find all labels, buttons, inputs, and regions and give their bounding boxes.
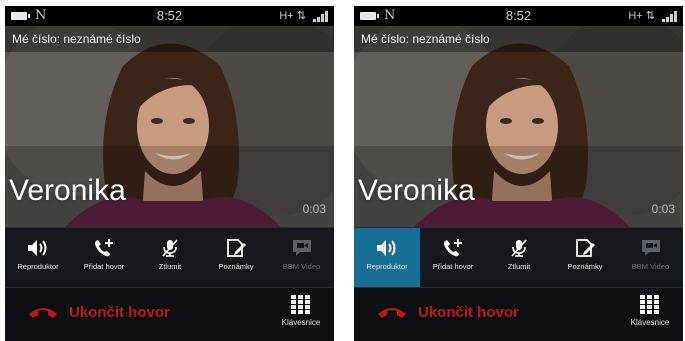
mic-muted-icon bbox=[511, 239, 527, 257]
end-call-button[interactable]: Ukončit hovor bbox=[354, 288, 617, 341]
speaker-icon bbox=[28, 240, 47, 256]
status-bar: N 8:52 H+ ⇅ bbox=[5, 6, 334, 26]
add-call-label: Přidat hovor bbox=[83, 262, 125, 271]
add-call-icon bbox=[444, 239, 462, 257]
speaker-button[interactable]: Reproduktor bbox=[5, 228, 71, 288]
call-screen-left: N 8:52 H+ ⇅ Mé číslo: neznámé číslo Vero… bbox=[5, 6, 334, 341]
bbm-video-button[interactable]: BBM Video bbox=[618, 228, 683, 288]
keypad-label: Klávesnice bbox=[630, 318, 670, 327]
call-timer: 0:03 bbox=[302, 202, 326, 216]
hang-up-icon bbox=[29, 308, 57, 318]
bbm-video-icon bbox=[292, 240, 311, 256]
my-number-label: Mé číslo: neznámé číslo bbox=[354, 26, 683, 52]
bbm-video-label: BBM Video bbox=[631, 262, 670, 271]
speaker-button[interactable]: Reproduktor bbox=[354, 228, 420, 288]
add-call-button[interactable]: Přidat hovor bbox=[420, 228, 486, 288]
caller-area: Mé číslo: neznámé číslo Veronika 0:03 bbox=[5, 26, 334, 227]
status-bar: N 8:52 H+ ⇅ bbox=[354, 6, 683, 26]
notes-label: Poznámky bbox=[567, 262, 603, 271]
hang-up-icon bbox=[378, 308, 406, 318]
signal-icon bbox=[662, 11, 678, 22]
speaker-icon bbox=[377, 240, 396, 256]
contact-name: Veronika bbox=[9, 174, 126, 207]
call-screen-right: N 8:52 H+ ⇅ Mé číslo: neznámé číslo Vero… bbox=[354, 6, 683, 341]
end-call-label: Ukončit hovor bbox=[69, 304, 170, 321]
keypad-icon bbox=[640, 295, 659, 314]
mute-button[interactable]: Ztlumit bbox=[137, 228, 203, 288]
bbm-video-label: BBM Video bbox=[282, 262, 321, 271]
bbm-video-button[interactable]: BBM Video bbox=[269, 228, 334, 288]
keypad-button[interactable]: Klávesnice bbox=[268, 288, 334, 341]
call-actions-bar: Reproduktor Přidat hovor Ztlumit Poznámk… bbox=[354, 227, 683, 288]
contact-name: Veronika bbox=[358, 174, 475, 207]
end-call-button[interactable]: Ukončit hovor bbox=[5, 288, 268, 341]
my-number-label: Mé číslo: neznámé číslo bbox=[5, 26, 334, 52]
speaker-label: Reproduktor bbox=[17, 262, 59, 271]
speaker-label: Reproduktor bbox=[366, 262, 408, 271]
caller-area: Mé číslo: neznámé číslo Veronika 0:03 bbox=[354, 26, 683, 227]
notes-button[interactable]: Poznámky bbox=[552, 228, 618, 288]
add-call-button[interactable]: Přidat hovor bbox=[71, 228, 137, 288]
notes-label: Poznámky bbox=[218, 262, 254, 271]
call-actions-bar: Reproduktor Přidat hovor Ztlumit Poznámk… bbox=[5, 227, 334, 288]
network-type: H+ ⇅ bbox=[279, 10, 306, 22]
notes-button[interactable]: Poznámky bbox=[203, 228, 269, 288]
keypad-icon bbox=[291, 295, 310, 314]
bottom-bar: Ukončit hovor Klávesnice bbox=[354, 287, 683, 341]
bottom-bar: Ukončit hovor Klávesnice bbox=[5, 287, 334, 341]
mic-muted-icon bbox=[162, 239, 178, 257]
end-call-label: Ukončit hovor bbox=[418, 304, 519, 321]
call-timer: 0:03 bbox=[651, 202, 675, 216]
add-call-label: Přidat hovor bbox=[432, 262, 474, 271]
bbm-video-icon bbox=[641, 240, 660, 256]
mute-button[interactable]: Ztlumit bbox=[486, 228, 552, 288]
keypad-label: Klávesnice bbox=[281, 318, 321, 327]
network-type: H+ ⇅ bbox=[628, 10, 655, 22]
mute-label: Ztlumit bbox=[158, 262, 182, 271]
add-call-icon bbox=[95, 239, 113, 257]
keypad-button[interactable]: Klávesnice bbox=[617, 288, 683, 341]
notes-icon bbox=[227, 239, 246, 257]
signal-icon bbox=[313, 11, 329, 22]
mute-label: Ztlumit bbox=[507, 262, 531, 271]
notes-icon bbox=[576, 239, 595, 257]
